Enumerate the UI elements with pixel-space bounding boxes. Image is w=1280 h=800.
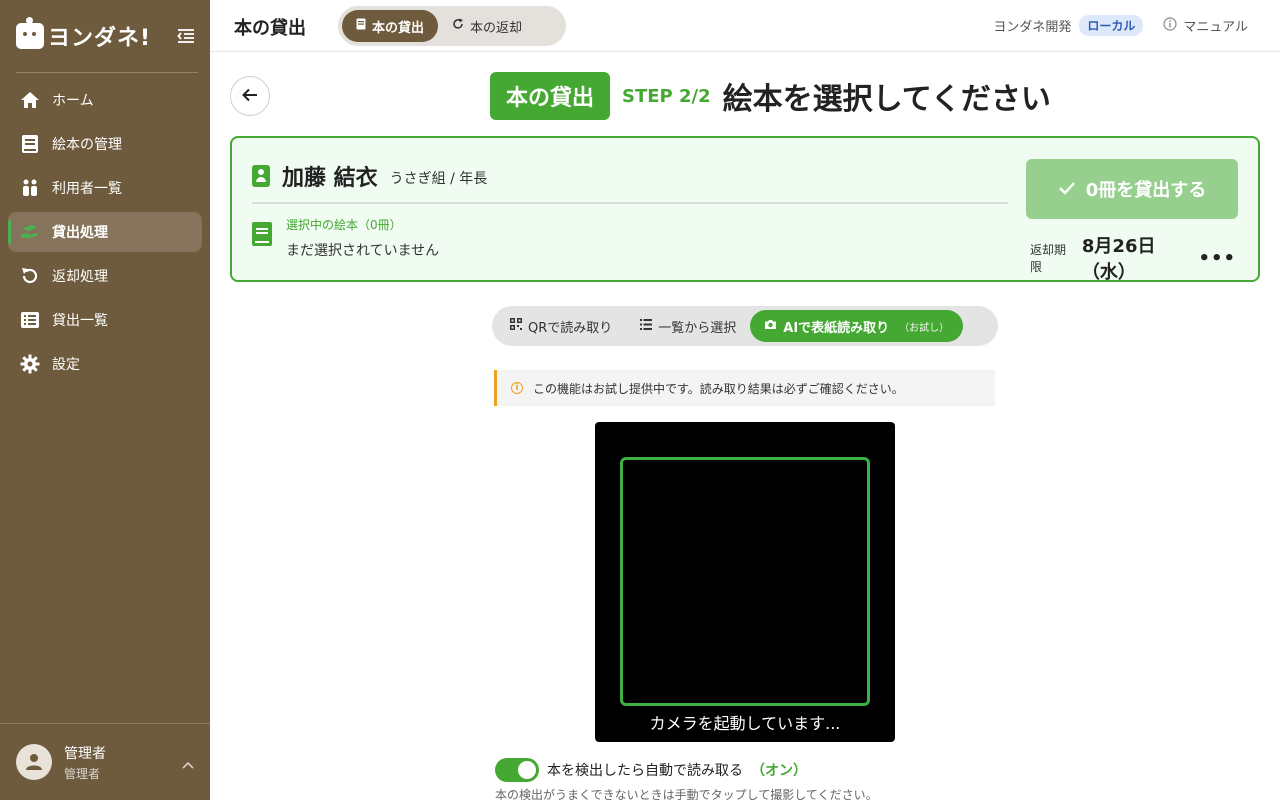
lend-button-label: 0冊を貸出する	[1085, 180, 1207, 201]
logo-text: ヨンダネ!	[48, 26, 152, 51]
list-icon	[20, 310, 40, 330]
sidebar-nav: ホーム 絵本の管理 利用者一覧 貸出処理 返却処理 貸出一覧 設定	[8, 80, 202, 388]
book-icon	[20, 134, 40, 154]
env-badge: ローカル	[1079, 15, 1144, 36]
sidebar-divider	[16, 72, 198, 73]
auto-read-label: 本を検出したら自動で読み取る	[547, 763, 743, 779]
check-icon	[1058, 179, 1076, 200]
qr-icon	[510, 318, 522, 334]
sidebar-item-label: 絵本の管理	[52, 137, 122, 153]
title-row: 本の貸出 STEP 2/2 絵本を選択してください	[490, 72, 1051, 120]
book-icon	[356, 18, 366, 34]
borrower-card: 加藤 結衣 うさぎ組 / 年長 選択中の絵本（0冊） まだ選択されていません 0…	[230, 136, 1260, 284]
chevron-up-icon	[182, 754, 194, 773]
mode-badge: 本の貸出	[490, 72, 611, 120]
logo[interactable]: ヨンダネ!	[16, 17, 152, 52]
sidebar-item-lending-list[interactable]: 貸出一覧	[8, 300, 202, 340]
camera-status: カメラを起動しています...	[649, 714, 841, 733]
card-divider	[252, 202, 1008, 204]
tab-list[interactable]: 一覧から選択	[626, 310, 750, 342]
borrower-class: うさぎ組 / 年長	[389, 171, 488, 187]
step-indicator: STEP 2/2	[622, 85, 711, 107]
manual-link[interactable]: マニュアル	[1163, 16, 1248, 35]
avatar	[16, 744, 52, 780]
trial-notice-text: この機能はお試し提供中です。読み取り結果は必ずご確認ください。	[533, 381, 904, 396]
sidebar-item-books[interactable]: 絵本の管理	[8, 124, 202, 164]
header: 本の貸出 本の貸出 本の返却 ヨンダネ開発 ローカル マニュアル	[210, 0, 1280, 52]
borrower-name: 加藤 結衣	[282, 166, 378, 191]
arrow-left-icon	[242, 87, 258, 106]
sidebar: ヨンダネ! ホーム 絵本の管理 利用者一覧 貸出処理 返却処理 貸出一覧 設定 …	[0, 0, 210, 800]
gear-icon	[20, 354, 40, 374]
refresh-icon	[452, 18, 464, 34]
sidebar-bottom-divider	[0, 723, 210, 724]
input-mode-tabs: QRで読み取り 一覧から選択 AIで表紙読み取り （お試し）	[492, 306, 998, 346]
due-date: 8月26日（水）	[1081, 236, 1156, 283]
selected-books-label: 選択中の絵本（0冊）	[286, 218, 402, 232]
sidebar-item-settings[interactable]: 設定	[8, 344, 202, 384]
tab-ai-cover[interactable]: AIで表紙読み取り （お試し）	[750, 310, 964, 342]
info-icon	[1163, 16, 1177, 35]
segment-return-label: 本の返却	[470, 20, 523, 36]
user-menu[interactable]: 管理者 管理者	[16, 742, 196, 782]
more-options-icon[interactable]: •••	[1198, 248, 1236, 269]
page-header-title: 本の貸出	[234, 18, 306, 39]
camera-icon	[764, 319, 777, 334]
tab-ai-cover-label: AIで表紙読み取り	[783, 320, 890, 336]
auto-read-hint: 本の検出がうまくできないときは手動でタップして撮影してください。	[495, 788, 878, 800]
logo-mark-icon	[16, 17, 44, 49]
sidebar-item-label: 利用者一覧	[52, 181, 122, 197]
person-badge-icon	[252, 165, 270, 187]
home-icon	[20, 90, 40, 110]
sidebar-item-label: 返却処理	[52, 269, 108, 285]
back-button[interactable]	[230, 76, 270, 116]
auto-read-row: 本を検出したら自動で読み取る （オン）	[495, 758, 807, 782]
sidebar-item-return[interactable]: 返却処理	[8, 256, 202, 296]
sidebar-item-label: 貸出一覧	[52, 313, 108, 329]
hand-book-icon	[20, 222, 40, 242]
return-icon	[20, 266, 40, 286]
sidebar-item-label: 設定	[52, 357, 80, 373]
header-right: ヨンダネ開発 ローカル マニュアル	[993, 15, 1248, 36]
auto-read-toggle[interactable]	[495, 758, 539, 782]
sidebar-collapse-icon[interactable]	[176, 26, 196, 46]
manual-label: マニュアル	[1183, 20, 1248, 35]
scan-frame	[620, 457, 870, 706]
due-date-row: 返却期限 8月26日（水） •••	[1030, 232, 1236, 284]
selected-books-empty: まだ選択されていません	[286, 243, 440, 259]
tab-qr[interactable]: QRで読み取り	[496, 310, 626, 342]
org-name: ヨンダネ開発	[993, 20, 1072, 35]
camera-preview[interactable]: カメラを起動しています...	[595, 422, 895, 742]
tab-qr-label: QRで読み取り	[528, 320, 613, 336]
segment-lend-label: 本の貸出	[372, 20, 425, 36]
selected-book-icon	[252, 222, 272, 246]
sidebar-item-label: 貸出処理	[52, 225, 108, 241]
list-icon	[640, 318, 653, 334]
trial-note: （お試し）	[899, 322, 950, 334]
logo-row: ヨンダネ!	[16, 17, 196, 52]
page-title: 絵本を選択してください	[722, 82, 1051, 117]
info-icon: i	[511, 382, 523, 394]
sidebar-item-lending[interactable]: 貸出処理	[8, 212, 202, 252]
borrower-name-row: 加藤 結衣 うさぎ組 / 年長	[252, 160, 487, 192]
user-name: 管理者	[64, 745, 106, 762]
segment-lend[interactable]: 本の貸出	[342, 10, 439, 42]
due-label: 返却期限	[1030, 243, 1067, 274]
tab-list-label: 一覧から選択	[658, 320, 737, 336]
sidebar-item-label: ホーム	[52, 93, 94, 109]
sidebar-item-home[interactable]: ホーム	[8, 80, 202, 120]
sidebar-item-users[interactable]: 利用者一覧	[8, 168, 202, 208]
trial-notice: i この機能はお試し提供中です。読み取り結果は必ずご確認ください。	[494, 370, 995, 406]
auto-read-state: （オン）	[751, 763, 807, 779]
mode-segment: 本の貸出 本の返却	[338, 6, 566, 46]
people-icon	[20, 178, 40, 198]
lend-button[interactable]: 0冊を貸出する	[1026, 159, 1238, 219]
segment-return[interactable]: 本の返却	[438, 10, 536, 42]
user-role: 管理者	[64, 766, 101, 781]
user-info: 管理者 管理者	[64, 743, 106, 782]
